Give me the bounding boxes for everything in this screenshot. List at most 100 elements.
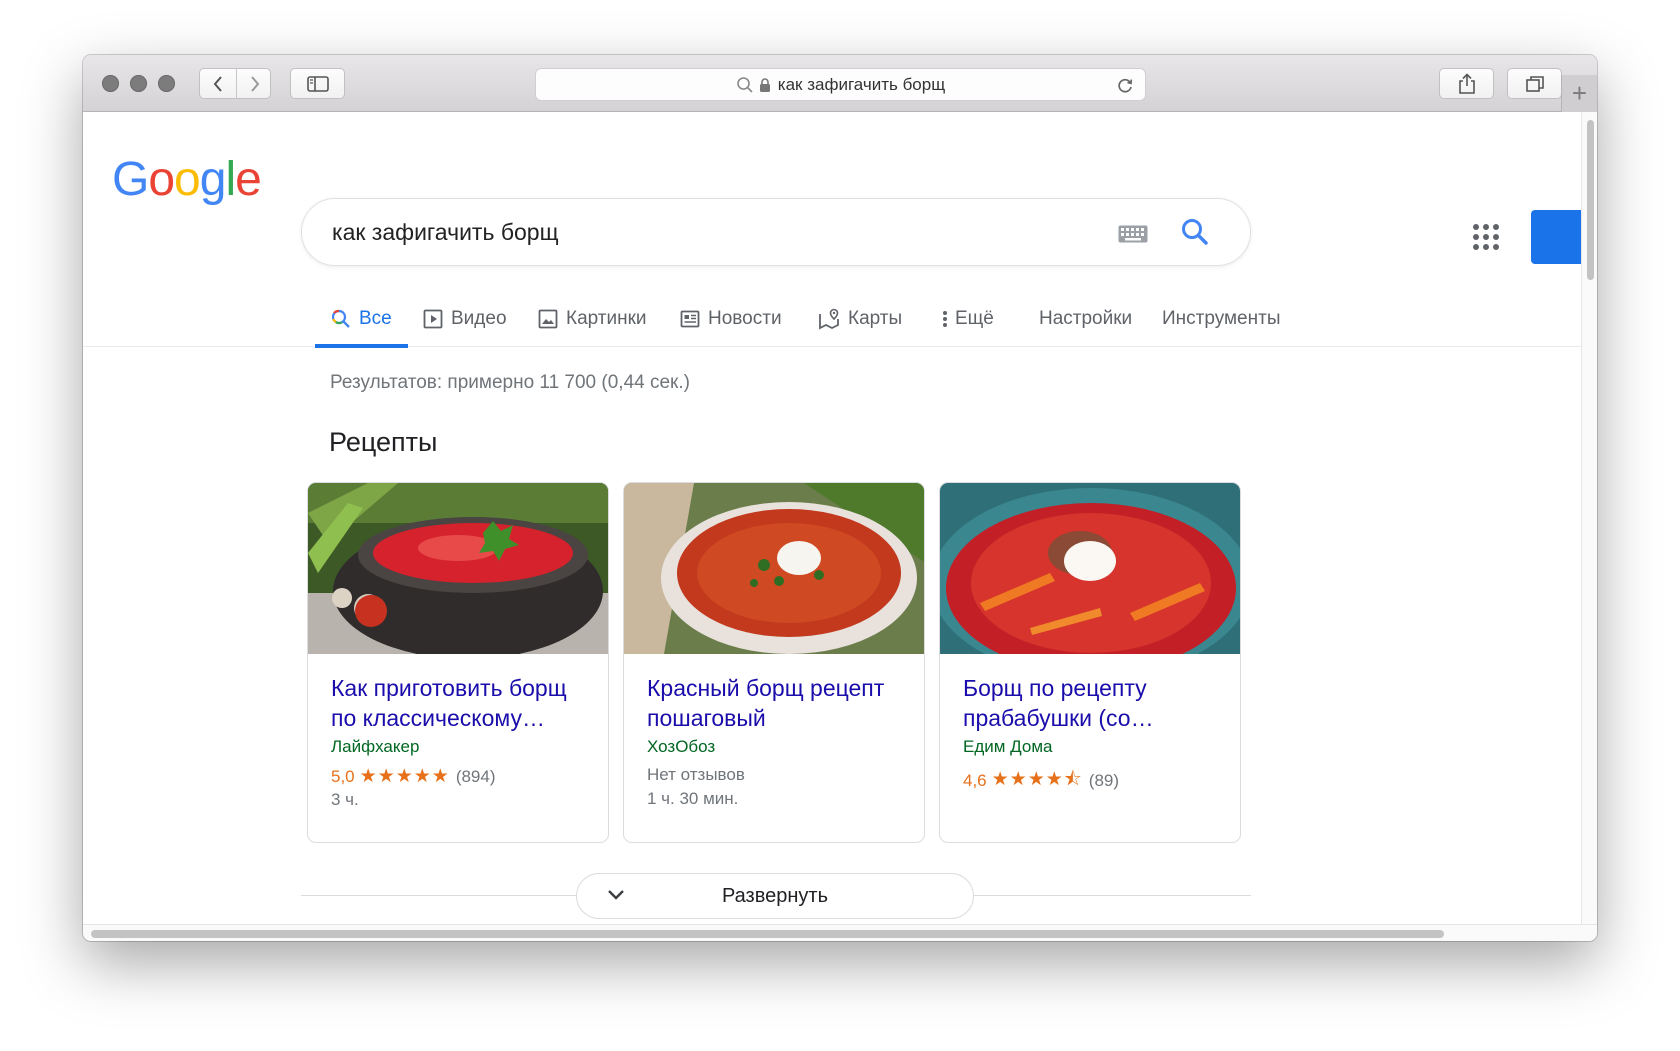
cook-time: 3 ч.: [331, 790, 359, 809]
logo-letter: e: [235, 153, 262, 206]
magnifier-icon: [736, 76, 753, 93]
map-icon: [819, 308, 839, 329]
recipe-title-line: прабабушки (со…: [963, 705, 1154, 731]
new-tab-button[interactable]: +: [1561, 75, 1597, 112]
google-logo[interactable]: Google: [112, 152, 262, 207]
rating-value: 5,0: [331, 766, 355, 786]
keyboard-icon[interactable]: [1118, 225, 1148, 243]
apps-grid-icon[interactable]: [1473, 224, 1499, 250]
tab-images[interactable]: Картинки: [538, 290, 647, 347]
show-tabs-button[interactable]: [1507, 68, 1562, 99]
result-stats: Результатов: примерно 11 700 (0,44 сек.): [330, 372, 690, 393]
rating-stars-icon: ★★★★⯪: [991, 769, 1083, 790]
rating-stars-icon: ★★★★★: [359, 766, 450, 787]
logo-letter: l: [225, 153, 236, 206]
tab-news[interactable]: Новости: [680, 290, 782, 347]
recipe-card[interactable]: Как приготовить борщ по классическому… Л…: [307, 482, 609, 843]
tab-label: Карты: [848, 307, 903, 329]
search-input[interactable]: как зафигачить борщ: [301, 198, 1251, 266]
tab-label: Видео: [451, 307, 507, 329]
tabs-overview-icon: [1525, 75, 1544, 92]
rating-value: 4,6: [963, 771, 987, 790]
sidebar-toggle-button[interactable]: [290, 68, 345, 99]
zoom-window-button[interactable]: [158, 75, 175, 92]
expand-label: Развернуть: [721, 884, 828, 907]
search-query[interactable]: как зафигачить борщ: [332, 219, 559, 246]
logo-letter: o: [148, 153, 175, 206]
tab-label: Все: [359, 307, 392, 329]
vertical-scrollbar[interactable]: [1581, 112, 1597, 924]
recipe-source: Лайфхакер: [331, 737, 420, 756]
tab-video[interactable]: Видео: [423, 290, 507, 347]
search-icon: [331, 309, 350, 328]
recipe-photo: [624, 483, 924, 654]
recipe-info: Борщ по рецепту прабабушки (со… Едим Дом…: [963, 673, 1224, 797]
borscht-photo-image: [940, 483, 1240, 654]
address-bar[interactable]: как зафигачить борщ: [535, 68, 1146, 101]
browser-toolbar: как зафигачить борщ +: [83, 55, 1597, 112]
tab-tools[interactable]: Инструменты: [1162, 290, 1280, 347]
sign-in-button[interactable]: [1531, 210, 1581, 264]
recipe-title-link[interactable]: Красный борщ рецепт пошаговый: [647, 673, 908, 733]
search-icon[interactable]: [1180, 217, 1210, 247]
scroll-thumb[interactable]: [91, 930, 1444, 938]
address-text: как зафигачить борщ: [777, 74, 946, 94]
chevron-left-icon: [213, 75, 222, 92]
tab-more[interactable]: Ещё: [941, 290, 994, 347]
browser-window: как зафигачить борщ + Google как зафигач…: [83, 55, 1597, 941]
recipe-source: Едим Дома: [963, 737, 1053, 756]
recipe-info: Как приготовить борщ по классическому… Л…: [331, 673, 592, 810]
tab-label: Настройки: [1039, 307, 1133, 329]
recipe-title-link[interactable]: Как приготовить борщ по классическому…: [331, 673, 592, 733]
recipe-card[interactable]: Красный борщ рецепт пошаговый ХозОбоз Не…: [623, 482, 925, 843]
recipe-title-link[interactable]: Борщ по рецепту прабабушки (со…: [963, 673, 1224, 733]
logo-letter: o: [174, 153, 201, 206]
forward-button[interactable]: [237, 69, 272, 98]
tab-label: Инструменты: [1162, 307, 1281, 329]
recipe-title-line: Борщ по рецепту: [963, 675, 1147, 701]
tab-settings[interactable]: Настройки: [1039, 290, 1132, 347]
recipe-card[interactable]: Борщ по рецепту прабабушки (со… Едим Дом…: [939, 482, 1241, 843]
close-window-button[interactable]: [102, 75, 119, 92]
news-icon: [680, 310, 700, 327]
recipe-rating: 4,6 ★★★★⯪ (89): [963, 765, 1224, 797]
recipe-title-line: пошаговый: [647, 705, 766, 731]
search-tabs: Все Видео Картинки Новости Карты Ещё Нас…: [83, 290, 1581, 348]
page-content: Google как зафигачить борщ Все Видео Кар…: [83, 112, 1581, 924]
expand-button[interactable]: Развернуть: [576, 873, 974, 919]
horizontal-scrollbar[interactable]: [83, 924, 1597, 941]
borscht-photo-image: [624, 483, 924, 654]
image-icon: [538, 309, 558, 328]
borscht-photo-image: [308, 483, 608, 654]
recipe-title-line: по классическому…: [331, 705, 545, 731]
history-nav-group: [199, 68, 271, 99]
share-button[interactable]: [1439, 68, 1494, 99]
chevron-right-icon: [250, 75, 259, 92]
tab-label: Картинки: [566, 307, 647, 329]
cook-time: 1 ч. 30 мин.: [647, 789, 739, 808]
video-icon: [423, 309, 443, 328]
recipe-info: Красный борщ рецепт пошаговый ХозОбоз Не…: [647, 673, 908, 809]
tab-maps[interactable]: Карты: [818, 290, 902, 347]
recipe-photo: [940, 483, 1240, 654]
sidebar-icon: [306, 75, 329, 92]
logo-letter: g: [199, 153, 227, 206]
review-count: (89): [1088, 771, 1120, 790]
back-button[interactable]: [200, 69, 236, 98]
no-reviews-label: Нет отзывов: [647, 765, 745, 784]
minimize-window-button[interactable]: [130, 75, 147, 92]
recipe-title-line: Как приготовить борщ: [331, 675, 567, 701]
share-icon: [1458, 72, 1475, 94]
tab-label: Ещё: [955, 307, 994, 329]
chevron-down-icon: [608, 890, 624, 900]
recipe-source: ХозОбоз: [647, 737, 716, 756]
review-count: (894): [455, 766, 496, 786]
tab-all[interactable]: Все: [315, 290, 408, 348]
reload-icon[interactable]: [1115, 75, 1135, 95]
scroll-thumb[interactable]: [1587, 120, 1594, 280]
section-title: Рецепты: [329, 427, 438, 457]
lock-icon: [759, 77, 770, 92]
recipe-photo: [308, 483, 608, 654]
recipe-title-line: Красный борщ рецепт: [647, 675, 885, 701]
more-vert-icon: [943, 310, 947, 327]
